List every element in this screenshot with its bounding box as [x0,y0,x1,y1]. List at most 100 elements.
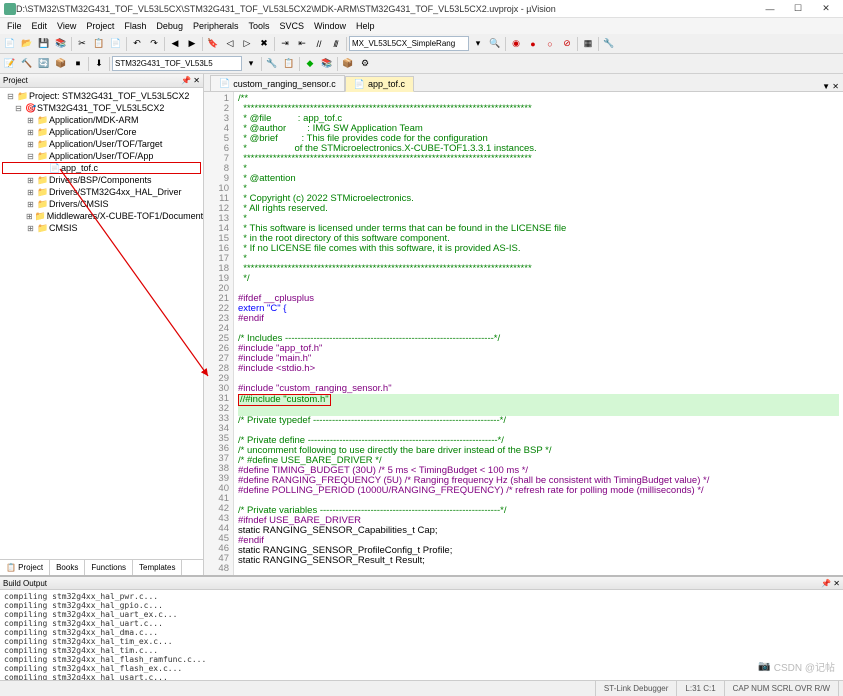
find-combo[interactable] [349,36,469,51]
panel-pin-icon[interactable]: 📌 [181,76,191,85]
download-icon[interactable]: ⬇ [91,56,107,72]
panel-close-icon[interactable]: ✕ [193,76,200,85]
new-icon[interactable]: 📄 [2,36,18,52]
bookmark-clear-icon[interactable]: ✖ [256,36,272,52]
app-icon [4,3,16,15]
project-panel-title: Project [3,76,28,85]
toolbar-build: 📝 🔨 🔄 📦 ⏹ ⬇ ▾ 🔧 📋 ◆ 📚 📦 ⚙ [0,54,843,74]
code-editor[interactable]: 1234567891011121314151617181920212223242… [204,92,843,575]
build-close-icon[interactable]: ✕ [833,579,840,588]
tree-item[interactable]: ⊞📁Drivers/CMSIS [2,198,201,210]
statusbar: ST-Link Debugger L:31 C:1 CAP NUM SCRL O… [0,680,843,696]
translate-icon[interactable]: 📝 [2,56,18,72]
menu-svcs[interactable]: SVCS [275,21,310,31]
menu-edit[interactable]: Edit [27,21,53,31]
build-output-panel: Build Output 📌 ✕ compiling stm32g4xx_hal… [0,575,843,680]
rte-icon[interactable]: ◆ [302,56,318,72]
build-icon[interactable]: 🔨 [19,56,35,72]
breakpoint-en-icon[interactable]: ○ [542,36,558,52]
cut-icon[interactable]: ✂ [74,36,90,52]
nav-back-icon[interactable]: ◀ [167,36,183,52]
titlebar: D:\STM32\STM32G431_TOF_VL53L5CX\STM32G43… [0,0,843,18]
tree-item[interactable]: ⊞📁Application/User/Core [2,126,201,138]
maximize-button[interactable]: ☐ [785,1,811,17]
panel-tab-project[interactable]: 📋 Project [0,560,50,575]
menu-help[interactable]: Help [351,21,380,31]
target-dropdown-icon[interactable]: ▾ [243,56,259,72]
tree-item[interactable]: ⊞📁Middlewares/X-CUBE-TOF1/Documentation [2,210,201,222]
pack-icon[interactable]: 📦 [340,56,356,72]
editor-tab-app-tof[interactable]: 📄app_tof.c [345,76,414,92]
outdent-icon[interactable]: ⇤ [294,36,310,52]
bookmark-icon[interactable]: 🔖 [205,36,221,52]
tree-item[interactable]: 📄app_tof.c [2,162,201,174]
tree-item[interactable]: ⊟🎯STM32G431_TOF_VL53L5CX2 [2,102,201,114]
editor-tabs: 📄custom_ranging_sensor.c 📄app_tof.c ▼ ✕ [204,74,843,92]
menu-view[interactable]: View [52,21,81,31]
breakpoint-kill-icon[interactable]: ⊘ [559,36,575,52]
editor-tab-custom-ranging[interactable]: 📄custom_ranging_sensor.c [210,75,345,91]
batch-build-icon[interactable]: 📦 [53,56,69,72]
paste-icon[interactable]: 📄 [108,36,124,52]
editor: 📄custom_ranging_sensor.c 📄app_tof.c ▼ ✕ … [204,74,843,575]
window-icon[interactable]: ▦ [580,36,596,52]
books-icon[interactable]: 📚 [319,56,335,72]
bookmark-next-icon[interactable]: ▷ [239,36,255,52]
tree-item[interactable]: ⊟📁Project: STM32G431_TOF_VL53L5CX2 [2,90,201,102]
panel-tab-books[interactable]: Books [50,560,85,575]
copy-icon[interactable]: 📋 [91,36,107,52]
save-all-icon[interactable]: 📚 [53,36,69,52]
window-title: D:\STM32\STM32G431_TOF_VL53L5CX\STM32G43… [16,4,757,14]
tree-item[interactable]: ⊞📁Drivers/STM32G4xx_HAL_Driver [2,186,201,198]
menu-tools[interactable]: Tools [243,21,274,31]
minimize-button[interactable]: — [757,1,783,17]
close-button[interactable]: ✕ [813,1,839,17]
tree-item[interactable]: ⊟📁Application/User/TOF/App [2,150,201,162]
menu-peripherals[interactable]: Peripherals [188,21,244,31]
build-pin-icon[interactable]: 📌 [821,579,831,588]
pack-inst-icon[interactable]: ⚙ [357,56,373,72]
open-icon[interactable]: 📂 [19,36,35,52]
panel-tab-templates[interactable]: Templates [133,560,182,575]
status-cursor: L:31 C:1 [677,681,724,696]
project-panel-tabs: 📋 ProjectBooksFunctionsTemplates [0,559,203,575]
options-icon[interactable]: 🔧 [264,56,280,72]
tree-item[interactable]: ⊞📁Drivers/BSP/Components [2,174,201,186]
file-icon: 📄 [354,79,365,90]
status-caps: CAP NUM SCRL OVR R/W [725,681,839,696]
find-dropdown-icon[interactable]: ▾ [470,36,486,52]
manage-icon[interactable]: 📋 [281,56,297,72]
project-tree[interactable]: ⊟📁Project: STM32G431_TOF_VL53L5CX2⊟🎯STM3… [0,88,203,559]
project-panel: Project 📌 ✕ ⊟📁Project: STM32G431_TOF_VL5… [0,74,204,575]
editor-tab-controls[interactable]: ▼ ✕ [822,82,843,91]
menu-window[interactable]: Window [309,21,351,31]
build-output-title: Build Output [3,579,47,588]
project-panel-header: Project 📌 ✕ [0,74,203,88]
bookmark-prev-icon[interactable]: ◁ [222,36,238,52]
debug-icon[interactable]: ◉ [508,36,524,52]
file-icon: 📄 [219,78,230,89]
toolbar-main: 📄 📂 💾 📚 ✂ 📋 📄 ↶ ↷ ◀ ▶ 🔖 ◁ ▷ ✖ ⇥ ⇤ // /̸/… [0,34,843,54]
breakpoint-icon[interactable]: ● [525,36,541,52]
target-combo[interactable] [112,56,242,71]
menu-debug[interactable]: Debug [151,21,188,31]
uncomment-icon[interactable]: /̸/ [328,36,344,52]
tree-item[interactable]: ⊞📁Application/MDK-ARM [2,114,201,126]
config-icon[interactable]: 🔧 [601,36,617,52]
panel-tab-functions[interactable]: Functions [85,560,133,575]
save-icon[interactable]: 💾 [36,36,52,52]
comment-icon[interactable]: // [311,36,327,52]
tree-item[interactable]: ⊞📁CMSIS [2,222,201,234]
undo-icon[interactable]: ↶ [129,36,145,52]
redo-icon[interactable]: ↷ [146,36,162,52]
menu-project[interactable]: Project [81,21,119,31]
menu-file[interactable]: File [2,21,27,31]
build-output-text[interactable]: compiling stm32g4xx_hal_pwr.c... compili… [0,590,843,680]
nav-fwd-icon[interactable]: ▶ [184,36,200,52]
menu-flash[interactable]: Flash [119,21,151,31]
indent-icon[interactable]: ⇥ [277,36,293,52]
rebuild-icon[interactable]: 🔄 [36,56,52,72]
tree-item[interactable]: ⊞📁Application/User/TOF/Target [2,138,201,150]
stop-build-icon[interactable]: ⏹ [70,56,86,72]
find-icon[interactable]: 🔍 [487,36,503,52]
